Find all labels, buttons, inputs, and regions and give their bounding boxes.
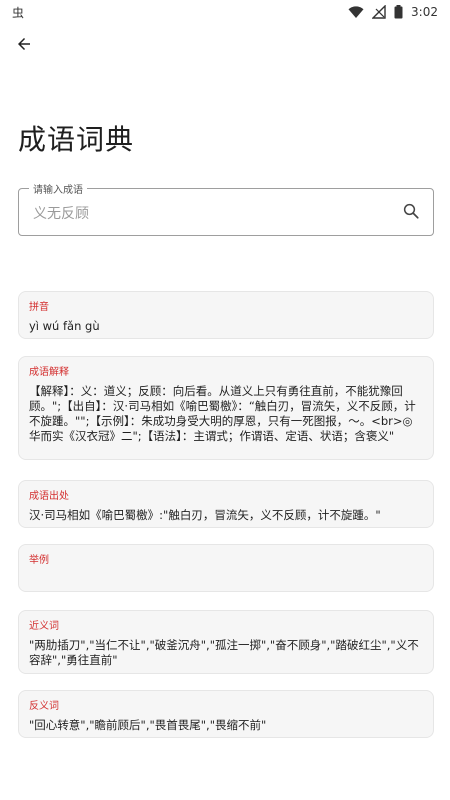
explanation-card: 成语解释 【解释】：义：道义；反顾：向后看。从道义上只有勇往直前，不能犹豫回顾。… [18, 356, 434, 460]
status-right: 3:02 [348, 5, 438, 19]
status-bar: 虫 3:02 [0, 0, 450, 24]
status-left: 虫 [12, 4, 24, 21]
synonyms-card: 近义词 "两肋插刀","当仁不让","破釜沉舟","孤注一掷","奋不顾身","… [18, 610, 434, 674]
example-label: 举例 [29, 555, 49, 566]
search-icon [402, 202, 420, 224]
status-time: 3:02 [411, 5, 438, 19]
pinyin-value: yì wú fǎn gù [29, 319, 100, 333]
app-notification-icon: 虫 [12, 5, 25, 20]
explanation-label: 成语解释 [29, 367, 69, 378]
source-value: 汉·司马相如《喻巴蜀檄》:"触白刃，冒流矢，义不反顾，计不旋踵。" [29, 508, 381, 522]
antonyms-card: 反义词 "回心转意","瞻前顾后","畏首畏尾","畏缩不前" [18, 690, 434, 738]
source-label: 成语出处 [29, 491, 69, 502]
search-input[interactable] [31, 201, 395, 227]
wifi-icon [348, 5, 364, 19]
source-card: 成语出处 汉·司马相如《喻巴蜀檄》:"触白刃，冒流矢，义不反顾，计不旋踵。" [18, 480, 434, 528]
synonyms-label: 近义词 [29, 621, 59, 632]
search-label: 请输入成语 [29, 181, 87, 196]
battery-icon [394, 5, 403, 19]
pinyin-label: 拼音 [29, 302, 49, 313]
top-toolbar [0, 24, 450, 70]
arrow-left-icon [15, 35, 33, 57]
explanation-value: 【解释】：义：道义；反顾：向后看。从道义上只有勇往直前，不能犹豫回顾。";【出自… [29, 384, 416, 443]
back-button[interactable] [12, 34, 36, 58]
signal-icon [372, 5, 386, 19]
synonyms-value: "两肋插刀","当仁不让","破釜沉舟","孤注一掷","奋不顾身","踏破红尘… [29, 638, 419, 667]
pinyin-card: 拼音 yì wú fǎn gù [18, 291, 434, 339]
search-button[interactable] [399, 201, 423, 225]
antonyms-label: 反义词 [29, 701, 59, 712]
example-card: 举例 [18, 544, 434, 592]
search-box: 请输入成语 [18, 181, 434, 236]
page-title: 成语词典 [18, 123, 135, 156]
antonyms-value: "回心转意","瞻前顾后","畏首畏尾","畏缩不前" [29, 718, 267, 732]
